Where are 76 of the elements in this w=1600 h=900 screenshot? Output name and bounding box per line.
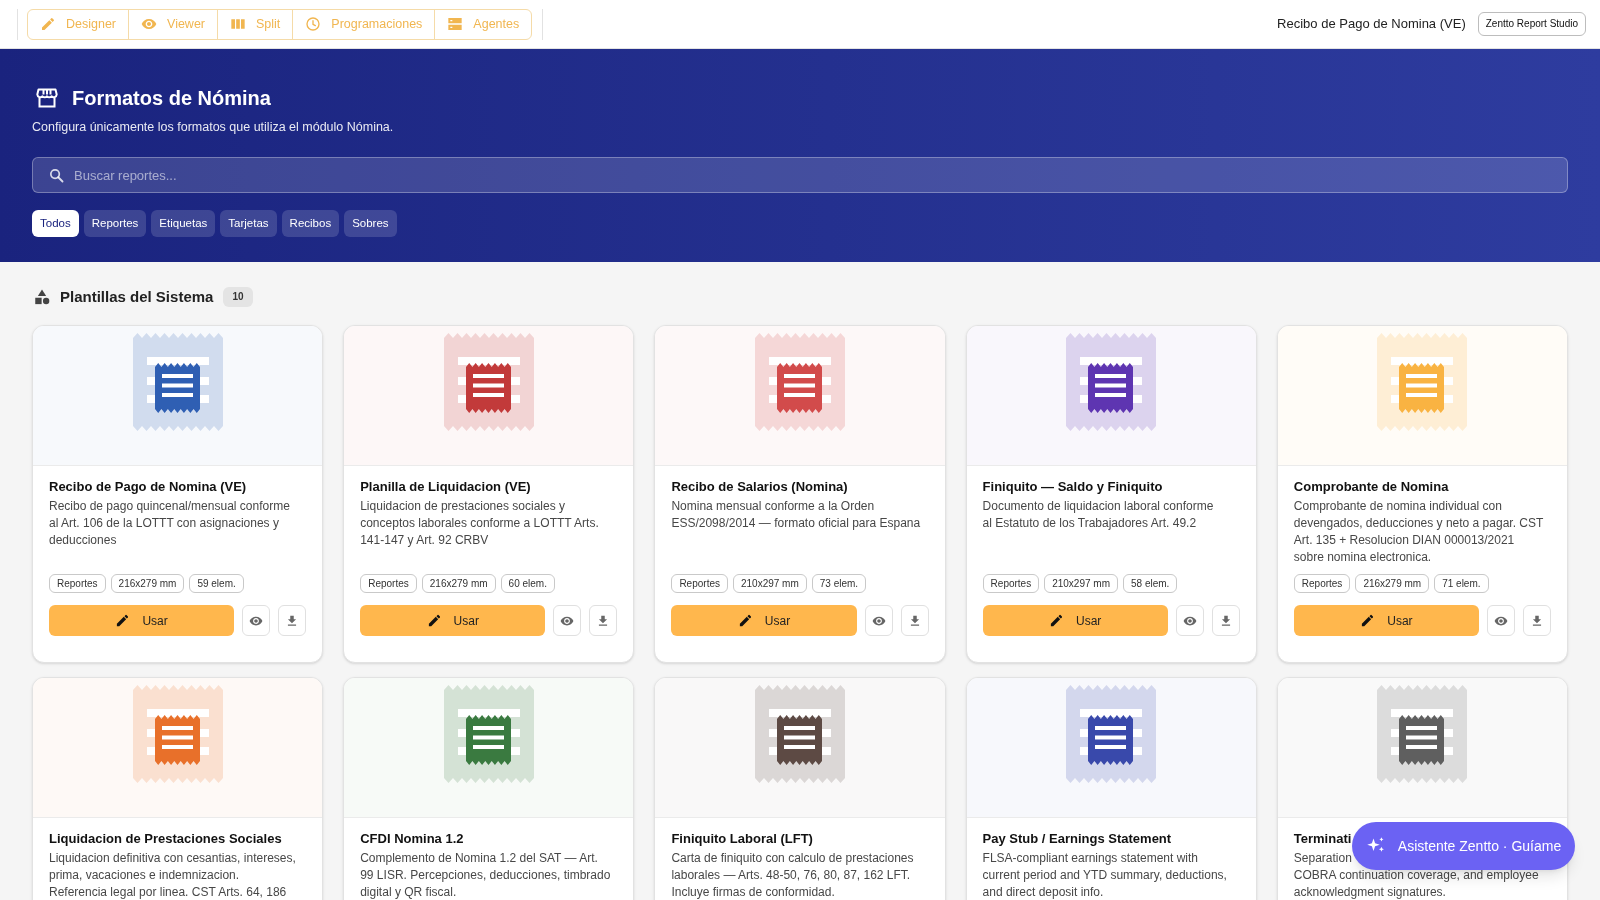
pencil-icon: [1049, 613, 1064, 628]
tag-chip: 210x297 mm: [1044, 574, 1118, 593]
card-title: Comprobante de Nomina: [1293, 478, 1449, 496]
use-button[interactable]: Usar: [360, 605, 546, 636]
card-description: Recibo de pago quincenal/mensual conforme al Art. 106 de la LOTTT con asignaciones y deducciones: [49, 498, 290, 549]
card-description: Liquidacion definitiva con cesantias, intereses, prima, vacaciones e indemnizacion. Referencia legal por linea. CST Arts. 64, 186: [49, 850, 296, 900]
card-title: Recibo de Salarios (Nomina): [671, 478, 848, 496]
shapes-icon: [33, 288, 51, 306]
preview-button[interactable]: [242, 605, 271, 636]
card-description: FLSA-compliant earnings statement with current period and YTD summary, deductions, and direct deposit info.: [982, 850, 1227, 900]
use-button[interactable]: Usar: [982, 605, 1168, 636]
card-description: Complemento de Nomina 1.2 del SAT — Art. 99 LISR. Percepciones, deducciones, timbrado digital y QR fiscal.: [360, 850, 611, 900]
filter-chip[interactable]: Recibos: [281, 210, 340, 237]
tag-chip: 58 elem.: [1123, 574, 1178, 593]
tag-chip: Reportes: [1293, 574, 1351, 593]
tag-chip: Reportes: [360, 574, 417, 593]
card-title: Terminati: [1293, 830, 1352, 848]
tag-chip: 73 elem.: [811, 574, 867, 593]
card-title: CFDI Nomina 1.2: [360, 830, 464, 848]
filter-chip[interactable]: Todos: [32, 210, 79, 237]
filter-chip[interactable]: Sobres: [344, 210, 397, 237]
tag-chip: 60 elem.: [500, 574, 555, 593]
card-title: Recibo de Pago de Nomina (VE): [49, 478, 247, 496]
preview-button[interactable]: [864, 605, 893, 636]
count-badge: 10: [223, 287, 253, 307]
card-title: Planilla de Liquidacion (VE): [360, 478, 531, 496]
preview-button[interactable]: [1487, 605, 1515, 636]
tag-chip: 210x297 mm: [732, 574, 807, 593]
card-description: Nomina mensual conforme a la Orden ESS/2098/2014 — formato oficial para Espana: [671, 498, 921, 532]
pencil-icon: [1360, 613, 1376, 628]
download-button[interactable]: [278, 605, 307, 636]
download-button[interactable]: [1211, 605, 1240, 636]
app-badge: Zentto Report Studio: [1477, 12, 1586, 36]
download-icon: [1530, 613, 1544, 628]
tag-chip: 216x279 mm: [421, 574, 496, 593]
pencil-icon: [115, 613, 131, 628]
eye-icon: [141, 16, 158, 32]
filter-chip[interactable]: Etiquetas: [151, 210, 216, 237]
storefront-icon: [35, 86, 59, 110]
use-button[interactable]: Usar: [49, 605, 235, 636]
card-title: Liquidacion de Prestaciones Sociales: [49, 830, 282, 848]
preview-button[interactable]: [1175, 605, 1204, 636]
tag-chip: 71 elem.: [1434, 574, 1489, 593]
download-button[interactable]: [1523, 605, 1551, 636]
card-description: Comprobante de nomina individual con devengados, deducciones y neto a pagar. CST Art. 135 + Resolucion DIAN 000013/2021 sobre nomina electronica.: [1293, 498, 1544, 566]
assistant-button[interactable]: Asistente Zentto · Guíame: [1352, 822, 1575, 870]
search-icon: [48, 166, 65, 184]
card-description: Carta de finiquito con calculo de prestaciones laborales — Arts. 48-50, 76, 80, 87, 162 LFT. Incluye firmas de conformidad.: [671, 850, 914, 900]
tag-chip: 216x279 mm: [1355, 574, 1430, 593]
clock-icon: [305, 16, 322, 32]
download-button[interactable]: [900, 605, 929, 636]
tag-chip: Reportes: [982, 574, 1040, 593]
pencil-icon: [40, 16, 56, 32]
filter-chip[interactable]: Reportes: [83, 210, 147, 237]
filter-chip[interactable]: Tarjetas: [220, 210, 277, 237]
card-description: Documento de liquidacion laboral conforme al Estatuto de los Trabajadores Art. 49.2: [982, 498, 1214, 532]
page-title: Formatos de Nómina: [72, 86, 271, 111]
card-title: Pay Stub / Earnings Statement: [982, 830, 1172, 848]
document-title: Recibo de Pago de Nomina (VE): [1277, 15, 1466, 34]
tag-chip: 216x279 mm: [110, 574, 185, 593]
card-title: Finiquito Laboral (LFT): [671, 830, 813, 848]
tag-chip: Reportes: [671, 574, 728, 593]
server-icon: [447, 16, 464, 32]
use-button[interactable]: Usar: [1293, 605, 1479, 636]
tag-chip: 59 elem.: [189, 574, 244, 593]
section-title: Plantillas del Sistema: [60, 286, 214, 307]
card-title: Finiquito — Saldo y Finiquito: [982, 478, 1163, 496]
tag-chip: Reportes: [49, 574, 106, 593]
preview-button[interactable]: [553, 605, 582, 636]
columns-icon: [230, 16, 246, 32]
use-button[interactable]: Usar: [671, 605, 857, 636]
download-button[interactable]: [589, 605, 618, 636]
card-description: Liquidacion de prestaciones sociales y conceptos laborales conforme a LOTTT Arts. 141-147 y Art. 92 CRBV: [360, 498, 599, 549]
page-subtitle: Configura únicamente los formatos que utiliza el módulo Nómina.: [32, 119, 395, 136]
pencil-icon: [737, 613, 753, 628]
pencil-icon: [426, 613, 442, 628]
